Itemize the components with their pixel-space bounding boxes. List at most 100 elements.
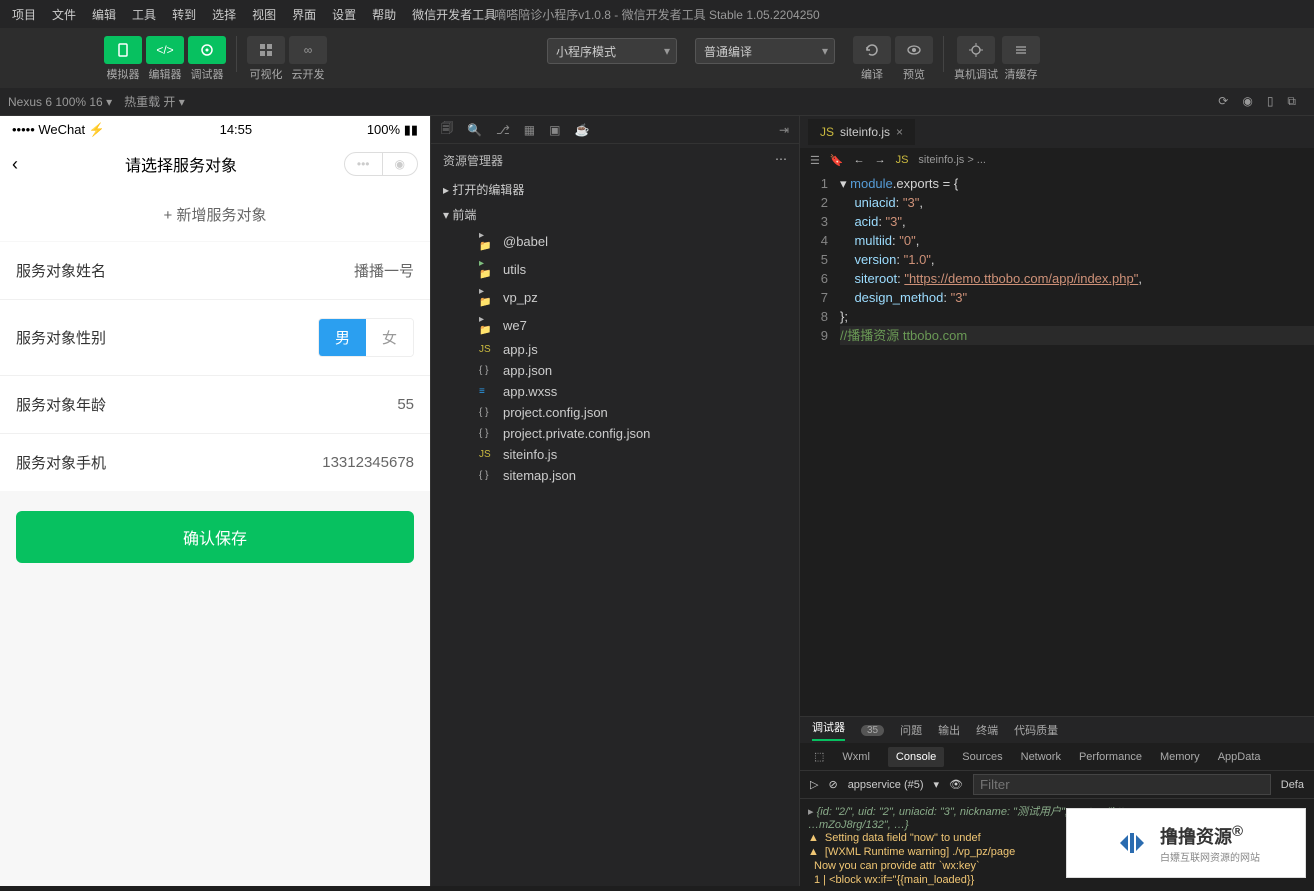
capsule[interactable]: ••• ◉ (344, 152, 418, 176)
explorer-pane: 🗐 🔍 ⎇ ▦ ▣ ☕ ⇥ 资源管理器 ⋯ ▸ 打开的编辑器 ▾ 前端 ▸ 📁@… (430, 116, 800, 886)
tree-item-project-private-config-json[interactable]: { }project.private.config.json (431, 423, 799, 444)
bookmark-icon[interactable]: 🔖 (830, 154, 844, 167)
root-folder[interactable]: ▾ 前端 (431, 202, 799, 227)
code-content[interactable]: ▾ module.exports = { uniacid: "3", acid:… (840, 174, 1314, 716)
remote-label: 真机调试 (954, 66, 998, 82)
window-title: 嘀嗒陪诊小程序v1.0.8 - 微信开发者工具 Stable 1.05.2204… (494, 6, 819, 23)
menu-ui[interactable]: 界面 (284, 6, 324, 23)
build-icon[interactable]: ▣ (549, 123, 560, 137)
editor-button[interactable]: </> (146, 36, 184, 64)
tree-item-@babel[interactable]: ▸ 📁@babel (431, 227, 799, 255)
dbg-terminal[interactable]: 终端 (976, 722, 998, 738)
search-icon[interactable]: 🔍 (467, 123, 482, 137)
clear-label: 清缓存 (1005, 66, 1038, 82)
tree-item-project-config-json[interactable]: { }project.config.json (431, 402, 799, 423)
tree-item-vp_pz[interactable]: ▸ 📁vp_pz (431, 283, 799, 311)
row-age[interactable]: 服务对象年龄 55 (0, 376, 430, 434)
preview-label: 预览 (903, 66, 925, 82)
compile-mode-dropdown[interactable]: 普通编译 (695, 38, 835, 64)
menu-devtools[interactable]: 微信开发者工具 (404, 6, 504, 23)
device-icon[interactable]: ▯ (1267, 94, 1274, 109)
gender-female[interactable]: 女 (366, 319, 413, 356)
tree-item-we7[interactable]: ▸ 📁we7 (431, 311, 799, 339)
confirm-button[interactable]: 确认保存 (16, 511, 414, 563)
filter-input[interactable] (973, 774, 1271, 795)
visual-button[interactable] (247, 36, 285, 64)
tree-item-app-js[interactable]: JSapp.js (431, 339, 799, 360)
name-value: 播播一号 (354, 260, 414, 281)
compile-button[interactable] (853, 36, 891, 64)
row-name[interactable]: 服务对象姓名 播播一号 (0, 242, 430, 300)
breadcrumb[interactable]: ☰ 🔖 ←→ JS siteinfo.js > ... (800, 148, 1314, 172)
menu-view[interactable]: 视图 (244, 6, 284, 23)
device-selector[interactable]: Nexus 6 100% 16 ▾ (8, 95, 112, 109)
menu-edit[interactable]: 编辑 (84, 6, 124, 23)
menu-icon[interactable]: ••• (345, 153, 382, 175)
cloud-button[interactable]: ∞ (289, 36, 327, 64)
devtab-wxml[interactable]: Wxml (842, 751, 870, 763)
menu-project[interactable]: 项目 (4, 6, 44, 23)
code-area[interactable]: 123456789 ▾ module.exports = { uniacid: … (800, 172, 1314, 716)
menu-goto[interactable]: 转到 (164, 6, 204, 23)
clear-icon[interactable]: ⊘ (828, 778, 837, 791)
close-icon[interactable]: ◉ (382, 153, 417, 175)
tree-item-app-wxss[interactable]: ≡app.wxss (431, 381, 799, 402)
visual-label: 可视化 (250, 66, 283, 82)
inspect-icon[interactable]: ⬚ (814, 750, 824, 763)
eye-icon[interactable]: 👁 (949, 778, 963, 791)
refresh-icon[interactable]: ⟳ (1218, 94, 1228, 109)
menu-help[interactable]: 帮助 (364, 6, 404, 23)
tree-item-sitemap-json[interactable]: { }sitemap.json (431, 465, 799, 486)
tab-siteinfo[interactable]: JS siteinfo.js × (808, 119, 915, 145)
editor-pane: JS siteinfo.js × ☰ 🔖 ←→ JS siteinfo.js >… (800, 116, 1314, 886)
ext-icon[interactable]: ▦ (524, 123, 535, 137)
remote-debug-button[interactable] (957, 36, 995, 64)
files-icon[interactable]: 🗐 (441, 119, 453, 140)
hotreload-toggle[interactable]: 热重载 开 ▾ (124, 93, 185, 110)
preview-button[interactable] (895, 36, 933, 64)
tree-item-utils[interactable]: ▸ 📁utils (431, 255, 799, 283)
context-selector[interactable]: appservice (#5) (848, 779, 924, 791)
menu-file[interactable]: 文件 (44, 6, 84, 23)
dbg-quality[interactable]: 代码质量 (1014, 722, 1058, 738)
dbg-problems[interactable]: 问题 (900, 722, 922, 738)
play-icon[interactable]: ▷ (810, 778, 818, 791)
open-editors[interactable]: ▸ 打开的编辑器 (431, 177, 799, 202)
tree-item-app-json[interactable]: { }app.json (431, 360, 799, 381)
devtab-appdata[interactable]: AppData (1218, 751, 1261, 763)
default-levels[interactable]: Defa (1281, 779, 1304, 791)
popout-icon[interactable]: ⧉ (1287, 94, 1296, 109)
simulator-pane: ••••• WeChat ⚡ 14:55 100% ▮▮ ‹ 请选择服务对象 •… (0, 116, 430, 886)
row-phone[interactable]: 服务对象手机 13312345678 (0, 434, 430, 491)
list-icon[interactable]: ☰ (810, 154, 820, 167)
devtab-performance[interactable]: Performance (1079, 751, 1142, 763)
debugger-button[interactable] (188, 36, 226, 64)
devtab-network[interactable]: Network (1021, 751, 1061, 763)
dbg-tab[interactable]: 调试器 (812, 719, 845, 741)
row-gender: 服务对象性别 男 女 (0, 300, 430, 376)
menu-settings[interactable]: 设置 (324, 6, 364, 23)
time: 14:55 (220, 122, 253, 138)
close-tab-icon[interactable]: × (896, 125, 903, 139)
menu-tool[interactable]: 工具 (124, 6, 164, 23)
collapse-icon[interactable]: ⇥ (779, 123, 789, 137)
carrier: ••••• WeChat ⚡ (12, 122, 105, 138)
clear-cache-button[interactable] (1002, 36, 1040, 64)
statusbar: Nexus 6 100% 16 ▾ 热重载 开 ▾ ⟳ ◉ ▯ ⧉ (0, 88, 1314, 116)
devtab-sources[interactable]: Sources (962, 751, 1002, 763)
simulator-button[interactable] (104, 36, 142, 64)
tree-item-siteinfo-js[interactable]: JSsiteinfo.js (431, 444, 799, 465)
explorer-more-icon[interactable]: ⋯ (775, 152, 787, 169)
editor-label: 编辑器 (149, 66, 182, 82)
git-icon[interactable]: ⎇ (496, 123, 510, 137)
record-icon[interactable]: ◉ (1242, 94, 1252, 109)
menu-select[interactable]: 选择 (204, 6, 244, 23)
devtab-console[interactable]: Console (888, 747, 944, 767)
back-icon[interactable]: ‹ (12, 154, 18, 175)
add-button[interactable]: + 新增服务对象 (0, 188, 430, 241)
cup-icon[interactable]: ☕ (574, 123, 589, 137)
mode-dropdown[interactable]: 小程序模式 (547, 38, 677, 64)
gender-male[interactable]: 男 (319, 319, 366, 356)
devtab-memory[interactable]: Memory (1160, 751, 1200, 763)
dbg-output[interactable]: 输出 (938, 722, 960, 738)
